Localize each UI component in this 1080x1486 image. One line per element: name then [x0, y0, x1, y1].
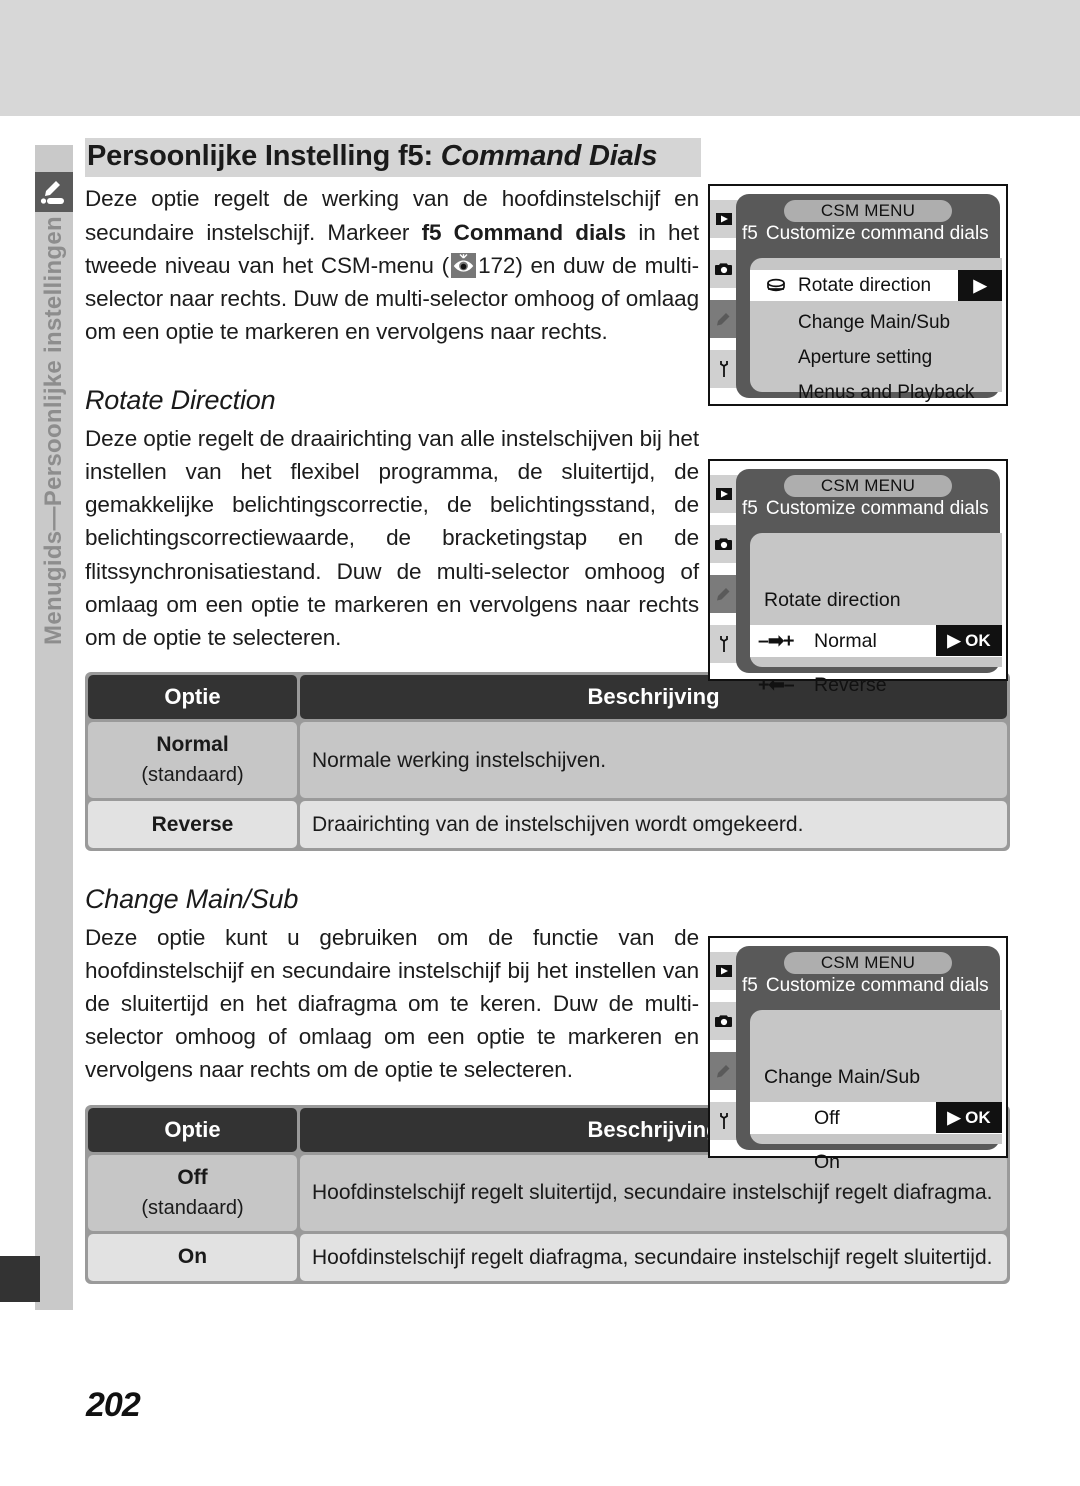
menu-item-change-main-sub[interactable]: Change Main/Sub [750, 307, 1002, 338]
menu-option-list: Rotate direction –➡+ Normal ▶ OK +⬅– Rev… [750, 533, 1002, 696]
page-title-italic: Command Dials [440, 140, 658, 172]
option-cell: Normal (standaard) [88, 722, 297, 799]
command-dial-icon [764, 270, 788, 301]
menu-item-label: Menus and Playback [798, 382, 975, 403]
menu-panel: CSM MENU f5 Customize command dials Chang… [736, 946, 1002, 1173]
page-edge-marker [0, 1256, 40, 1302]
col-header-option: Optie [88, 1107, 297, 1152]
option-normal[interactable]: –➡+ Normal ▶ OK [750, 625, 1002, 657]
menu-item-label: Change Main/Sub [798, 312, 951, 333]
menu-item-label: Aperture setting [798, 347, 933, 368]
intro-page-ref: 172 [478, 252, 516, 278]
csm-menu-screenshot-3: CSM MENU f5 Customize command dials Chang… [708, 936, 1008, 1173]
menu-option-list: Change Main/Sub Off ▶ OK On [750, 1010, 1002, 1173]
page-title-plain: Persoonlijke Instelling f5: [87, 140, 441, 172]
menu-item-label: Rotate direction [798, 275, 932, 296]
option-cell: On [88, 1233, 297, 1281]
confirm-ok-button[interactable]: ▶ OK [936, 1102, 1002, 1133]
menu-item-rotate-direction[interactable]: Rotate direction ▶ [750, 270, 1002, 301]
menu-title: CSM MENU [784, 952, 952, 974]
side-label-text: Menugids—Persoonlijke instellingen [40, 216, 67, 645]
camera-icon [710, 250, 738, 288]
wrench-icon [710, 350, 738, 388]
section-side-label: Menugids—Persoonlijke instellingen [35, 216, 73, 776]
submenu-title: Rotate direction [764, 589, 901, 611]
playback-icon [710, 475, 738, 513]
option-label: Off [177, 1165, 208, 1189]
submenu-title: Change Main/Sub [764, 1066, 921, 1088]
see-page-eye-icon [451, 252, 477, 278]
menu-panel: CSM MENU f5 Customize command dials Rotat… [736, 194, 1002, 403]
menu-code: f5 [742, 223, 758, 244]
menu-tab-column [710, 461, 738, 679]
page-title: Persoonlijke Instelling f5: Command Dial… [85, 138, 701, 178]
option-label: On [814, 1151, 841, 1173]
wrench-icon [710, 1102, 738, 1140]
option-label: Reverse [151, 812, 234, 836]
section-change-title: Change Main/Sub [85, 884, 299, 915]
option-reverse[interactable]: +⬅– Reverse [750, 669, 1002, 701]
csm-menu-screenshot-1: CSM MENU f5 Customize command dials Rotat… [708, 184, 1008, 406]
option-label: Off [814, 1107, 840, 1129]
description-cell: Draairichting van de instelschijven word… [300, 801, 1007, 849]
enter-submenu-arrow-icon[interactable]: ▶ [958, 270, 1002, 301]
menu-title: CSM MENU [784, 475, 952, 497]
option-label: Reverse [814, 674, 887, 696]
wrench-icon [710, 625, 738, 663]
menu-subtitle: f5 Customize command dials [742, 497, 996, 521]
pencil-icon [710, 575, 738, 613]
menu-tab-column [710, 186, 738, 404]
menu-subtitle-text: Customize command dials [765, 975, 989, 996]
option-label: Normal [156, 733, 229, 757]
menu-subtitle-text: Customize command dials [765, 498, 989, 519]
description-cell: Hoofdinstelschijf regelt diafragma, secu… [300, 1233, 1007, 1281]
option-on[interactable]: On [750, 1146, 1002, 1178]
description-cell: Normale werking instelschijven. [300, 722, 1007, 799]
table-row: On Hoofdinstelschijf regelt diafragma, s… [88, 1233, 1007, 1281]
pencil-icon [710, 1052, 738, 1090]
menu-title: CSM MENU [784, 200, 952, 222]
page-number: 202 [86, 1386, 141, 1424]
csm-menu-screenshot-2: CSM MENU f5 Customize command dials Rotat… [708, 459, 1008, 696]
pencil-bookmark-icon [35, 172, 73, 212]
camera-icon [710, 525, 738, 563]
option-label: On [177, 1245, 208, 1269]
playback-icon [710, 200, 738, 238]
option-default-note: (standaard) [141, 764, 244, 787]
menu-code: f5 [742, 975, 758, 996]
table-row: Normal (standaard) Normale werking inste… [88, 722, 1007, 799]
pencil-icon [710, 300, 738, 338]
page-top-band [0, 0, 1080, 116]
menu-panel: CSM MENU f5 Customize command dials Rotat… [736, 469, 1002, 696]
option-cell: Off (standaard) [88, 1154, 297, 1231]
menu-item-aperture-setting[interactable]: Aperture setting [750, 342, 1002, 373]
menu-item-menus-and-playback[interactable]: Menus and Playback [750, 377, 1002, 408]
dial-reverse-direction-icon: +⬅– [758, 674, 795, 696]
option-cell: Reverse [88, 801, 297, 849]
menu-code: f5 [742, 498, 758, 519]
intro-paragraph: Deze optie regelt de werking van de hoof… [85, 182, 699, 348]
playback-icon [710, 952, 738, 990]
confirm-ok-button[interactable]: ▶ OK [936, 625, 1002, 656]
col-header-option: Optie [88, 675, 297, 720]
option-default-note: (standaard) [141, 1196, 244, 1219]
section-change-body: Deze optie kunt u gebruiken om de functi… [85, 924, 699, 1083]
menu-subtitle: f5 Customize command dials [742, 222, 996, 246]
menu-item-list: Rotate direction ▶ Change Main/Sub Apert… [750, 258, 1002, 403]
intro-bold: f5 Command dials [421, 219, 627, 245]
menu-tab-column [710, 938, 738, 1156]
table-row: Reverse Draairichting van de instelschij… [88, 801, 1007, 849]
camera-icon [710, 1002, 738, 1040]
section-rotate-body: Deze optie regelt de draairichting van a… [85, 425, 699, 650]
dial-normal-direction-icon: –➡+ [758, 630, 795, 652]
menu-subtitle-text: Customize command dials [765, 223, 989, 244]
menu-subtitle: f5 Customize command dials [742, 974, 996, 998]
option-label: Normal [814, 630, 877, 652]
option-off[interactable]: Off ▶ OK [750, 1102, 1002, 1134]
